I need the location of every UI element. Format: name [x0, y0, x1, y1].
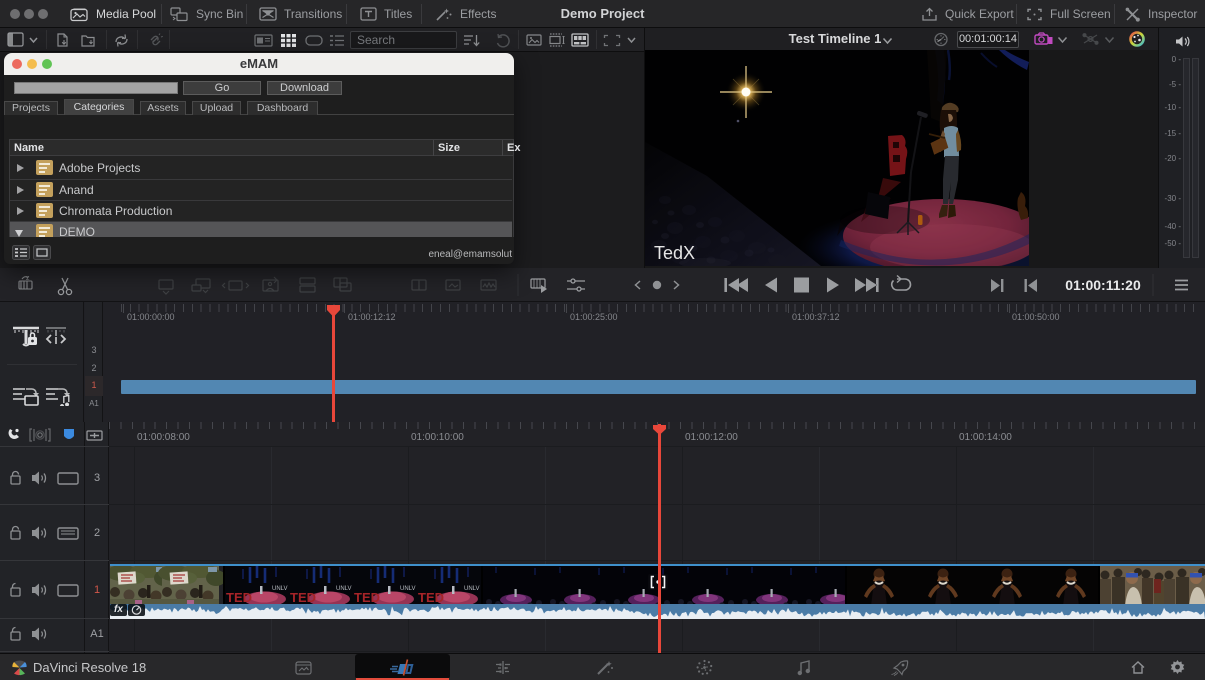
svg-text:TedX: TedX	[654, 243, 695, 263]
svg-text:z: z	[26, 275, 30, 282]
